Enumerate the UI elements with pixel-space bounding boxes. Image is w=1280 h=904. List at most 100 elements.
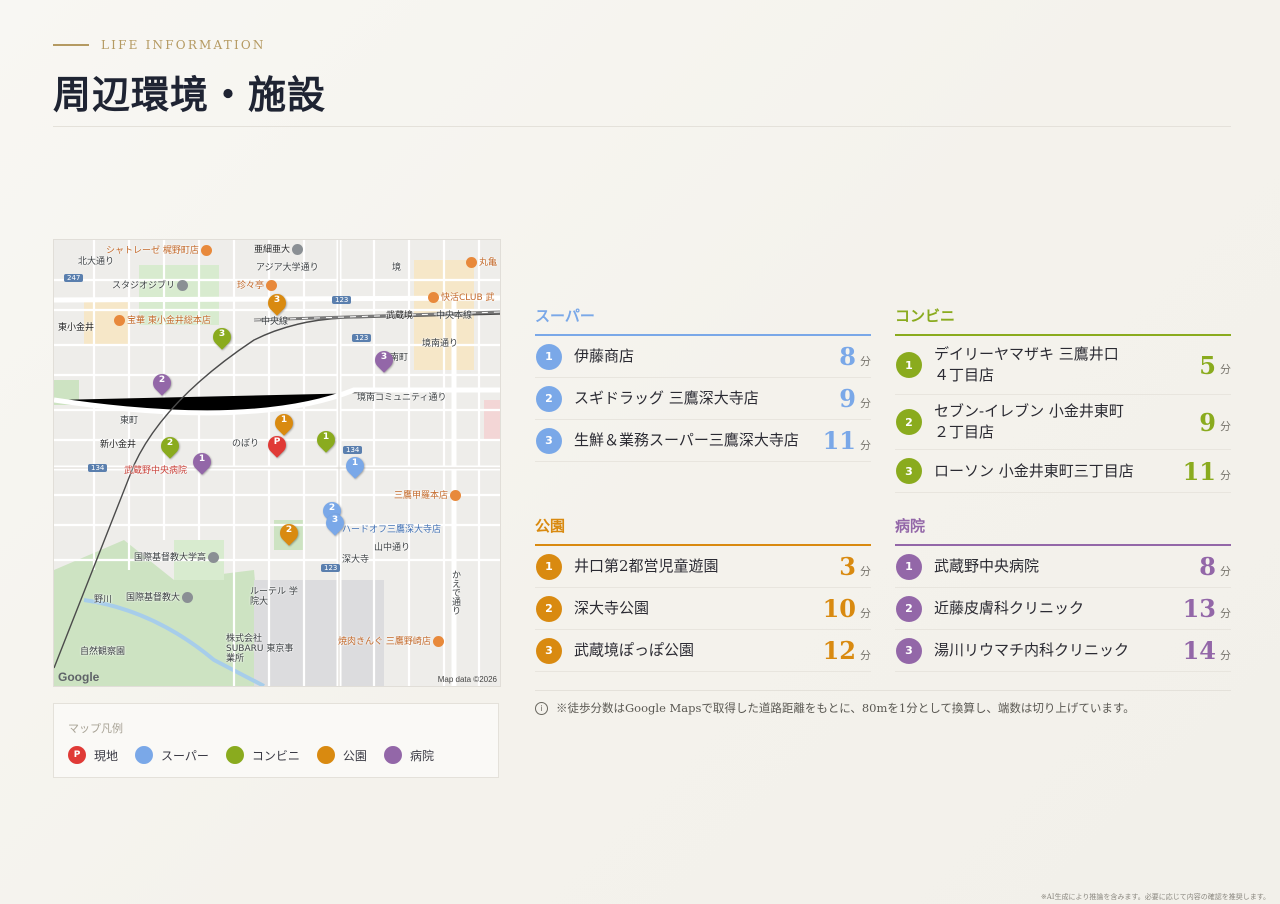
hospital-marker-icon: [383, 746, 402, 764]
map-label-higashikoganei[interactable]: 東小金井: [58, 320, 94, 333]
map-pin-site[interactable]: P: [264, 432, 290, 461]
list-item[interactable]: 1 伊藤商店 8 分: [535, 336, 871, 378]
route-badge: 134: [343, 446, 363, 454]
map-label-chateraise[interactable]: シャトレーゼ 梶野町店: [106, 243, 214, 256]
facility-name: 生鮮＆業務スーパー三鷹深大寺店: [574, 431, 799, 449]
map-label-subaru[interactable]: 株式会社SUBARU 東京事業所: [226, 634, 296, 664]
legend-item-park: 公園: [316, 746, 367, 764]
map-label-ghibli[interactable]: スタジオジブリ: [112, 278, 190, 291]
map-label-text: 亜細亜大: [254, 245, 291, 255]
map-pin-park-3[interactable]: 3: [264, 290, 290, 319]
minutes-unit: 分: [860, 354, 871, 368]
map-label-mitaka-kouya[interactable]: 三鷹甲羅本店: [394, 488, 463, 501]
map-pin-conveni-1[interactable]: 1: [313, 427, 339, 456]
list-item[interactable]: 3 武蔵境ぽっぽ公園 12 分: [535, 630, 871, 672]
super-marker-icon: [135, 746, 154, 764]
map-label-kaede: かえで通り: [450, 570, 460, 615]
map-label-hoka[interactable]: 宝華 東小金井総本店: [112, 313, 211, 326]
park-marker-icon: [316, 746, 335, 764]
map-label-kyonan: 境南通り: [422, 339, 459, 349]
legend-item-super: スーパー: [135, 746, 209, 764]
map-pin-park-2[interactable]: 2: [276, 520, 302, 549]
legend-items: P 現地 スーパー コンビニ 公園 病院: [68, 746, 434, 764]
ai-disclaimer: ※AI生成により推論を含みます。必要に応じて内容の確認を推奨します。: [1040, 893, 1270, 901]
walk-minutes: 12: [822, 636, 856, 665]
walk-minutes: 9: [1199, 407, 1216, 437]
list-item[interactable]: 1 武蔵野中央病院 8 分: [895, 546, 1231, 588]
route-badge: 123: [352, 334, 372, 342]
page-title: 周辺環境・施設: [53, 72, 327, 117]
minutes-unit: 分: [1220, 469, 1231, 482]
eyebrow-line: [53, 44, 89, 46]
minutes-unit: 分: [1220, 606, 1231, 620]
map-label-marugame[interactable]: 丸亀: [464, 255, 497, 268]
rank-badge: 2: [896, 595, 922, 622]
list-item[interactable]: 1 デイリーヤマザキ 三鷹井口 ４丁目店 5 分: [895, 336, 1231, 395]
facility-name: 伊藤商店: [574, 347, 635, 365]
walk-minutes: 10: [822, 594, 856, 623]
list-item[interactable]: 2 近藤皮膚科クリニック 13 分: [895, 588, 1231, 630]
walk-minutes: 11: [1182, 456, 1216, 486]
area-map[interactable]: シャトレーゼ 梶野町店 亜細亜大 アジア大学通り 北大通り 境 丸亀 スタジオジ…: [53, 239, 501, 687]
restaurant-icon: [200, 245, 212, 256]
map-pin-super-1[interactable]: 1: [342, 453, 368, 482]
school-icon: [292, 244, 304, 255]
minutes-unit: 分: [1220, 564, 1231, 578]
map-label-text: 珍々亭: [237, 281, 265, 291]
map-label-musashino-hosp[interactable]: 武蔵野中央病院: [124, 463, 187, 476]
map-label-icu-hs[interactable]: 国際基督教大学高: [134, 550, 221, 563]
map-label-higashicho: 東町: [120, 416, 139, 426]
eyebrow: LIFE INFORMATION: [53, 38, 1231, 52]
list-item[interactable]: 2 スギドラッグ 三鷹深大寺店 9 分: [535, 378, 871, 420]
map-label-kaikatsu[interactable]: 快活CLUB 武: [426, 290, 494, 303]
map-label-lutheran[interactable]: ルーテル 学院大: [250, 587, 302, 607]
rank-badge: 3: [896, 637, 922, 664]
place-icon: [177, 280, 189, 291]
map-label-nogawa: 野川: [94, 595, 113, 605]
minutes-unit: 分: [1220, 648, 1231, 662]
walk-minutes: 5: [1199, 350, 1216, 380]
map-pin-hospital-3[interactable]: 3: [371, 347, 397, 376]
route-badge: 123: [321, 564, 341, 572]
category-title: コンビニ: [895, 305, 1231, 336]
restaurant-icon: [450, 490, 462, 501]
list-item[interactable]: 1 井口第2都営児童遊園 3 分: [535, 546, 871, 588]
map-label-chinchin[interactable]: 珍々亭: [237, 278, 279, 291]
map-label-yamanaka: 山中通り: [374, 543, 411, 553]
map-label-musashisakai[interactable]: 武蔵境: [386, 308, 413, 321]
list-item[interactable]: 3 生鮮＆業務スーパー三鷹深大寺店 11 分: [535, 420, 871, 462]
facility-name: スギドラッグ 三鷹深大寺店: [574, 389, 759, 407]
list-item[interactable]: 3 湯川リウマチ内科クリニック 14 分: [895, 630, 1231, 672]
minutes-unit: 分: [1220, 363, 1231, 376]
restaurant-icon: [432, 636, 444, 647]
map-pin-super-3[interactable]: 3: [322, 510, 348, 539]
legend-title: マップ凡例: [68, 722, 123, 735]
list-item[interactable]: 2 セブン-イレブン 小金井東町 ２丁目店 9 分: [895, 395, 1231, 450]
minutes-unit: 分: [860, 606, 871, 620]
map-pin-conveni-3[interactable]: 3: [209, 324, 235, 353]
walk-minutes: 14: [1182, 636, 1216, 665]
map-label-hardoff[interactable]: ハードオフ三鷹深大寺店: [342, 522, 441, 535]
map-label-chuo-honsen: 中央本線: [436, 311, 473, 321]
legend-item-site: P 現地: [68, 746, 118, 764]
route-badge: 247: [64, 274, 84, 282]
info-icon: i: [535, 701, 548, 715]
facility-name: デイリーヤマザキ 三鷹井口 ４丁目店: [934, 345, 1119, 384]
map-pin-hospital-1[interactable]: 1: [189, 449, 215, 478]
list-item[interactable]: 3 ローソン 小金井東町三丁目店 11 分: [895, 450, 1231, 493]
map-label-yakiniku[interactable]: 焼肉きんぐ 三鷹野崎店: [338, 634, 446, 647]
rank-badge: 1: [896, 352, 922, 378]
map-label-icu[interactable]: 国際基督教大: [126, 590, 195, 603]
facility-name: 近藤皮膚科クリニック: [934, 599, 1085, 617]
category-title: スーパー: [535, 305, 871, 336]
legend-label: 現地: [94, 748, 119, 763]
map-pin-hospital-2[interactable]: 2: [149, 370, 175, 399]
map-label-kyonan-comm: 境南コミュニティ通り: [357, 393, 447, 403]
map-label-shinkoganei[interactable]: 新小金井: [100, 437, 136, 450]
map-label-asia-univ[interactable]: 亜細亜大: [254, 242, 305, 255]
map-label-text: シャトレーゼ 梶野町店: [106, 246, 199, 256]
list-item[interactable]: 2 深大寺公園 10 分: [535, 588, 871, 630]
header-divider: [53, 126, 1231, 127]
map-pin-conveni-2[interactable]: 2: [157, 433, 183, 462]
footnote: i ※徒歩分数はGoogle Mapsで取得した道路距離をもとに、80mを1分と…: [535, 700, 1135, 716]
